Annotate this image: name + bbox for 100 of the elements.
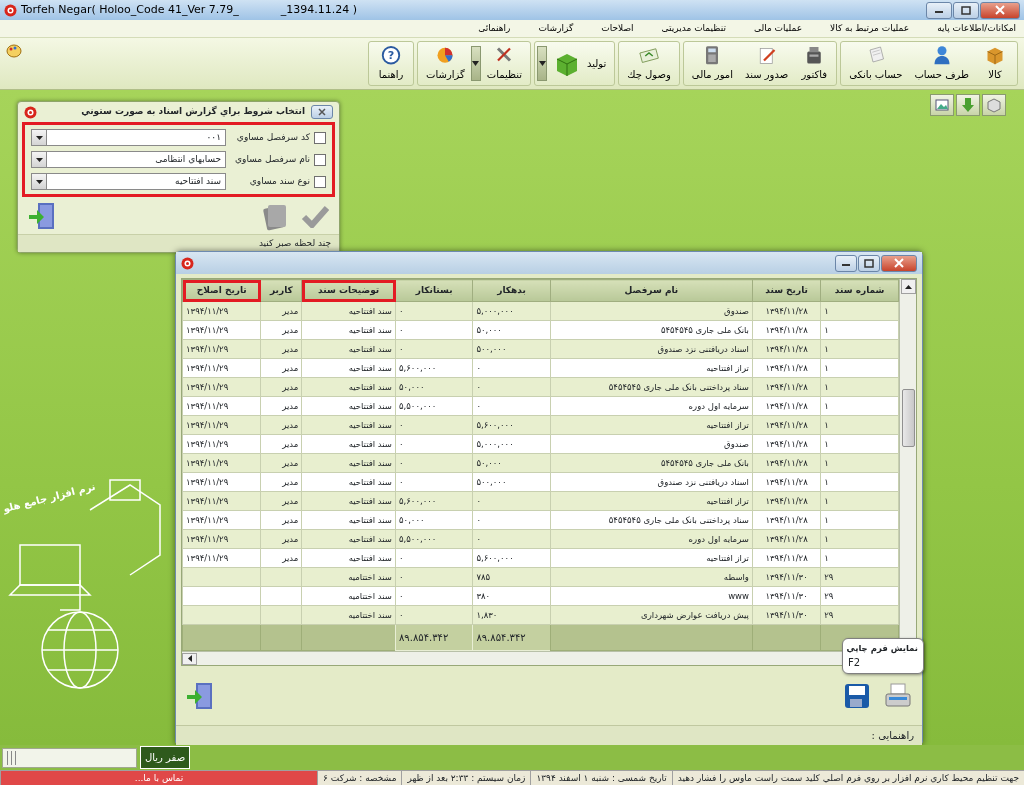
checkbox[interactable] <box>314 175 326 188</box>
column-header[interactable]: بستانکار <box>395 279 473 302</box>
logo-text: نرم افزار جامع هلو <box>1 479 97 517</box>
save-button[interactable] <box>844 681 870 710</box>
dropdown-field[interactable]: سند افتتاحیه <box>31 173 226 190</box>
scrollbar-thumb[interactable] <box>901 389 915 447</box>
toolbar-button[interactable]: فاکتور <box>794 42 835 85</box>
balance-label: صفر ریال <box>140 746 191 769</box>
total-cell: ۸۹.۸۵۴.۳۴۲ <box>472 624 551 651</box>
table-cell: ۱۳۹۴/۱۱/۲۹ <box>182 415 261 435</box>
checkbox[interactable] <box>314 131 326 144</box>
toolbar-button[interactable]: کالا <box>975 42 1015 85</box>
column-header[interactable]: تاریخ اصلاح <box>182 279 261 302</box>
column-header[interactable]: توضیحات سند <box>301 279 396 302</box>
checkmark-icon <box>301 203 329 228</box>
toolbar-button[interactable]: گزارشات <box>420 42 471 85</box>
column-header[interactable]: تاریخ سند <box>752 279 821 302</box>
exit-button[interactable] <box>186 680 214 711</box>
toolbar-icon-button[interactable] <box>982 94 1006 116</box>
menu-item[interactable]: عملیات مالی <box>753 21 803 36</box>
column-header[interactable]: شماره سند <box>820 279 899 302</box>
maximize-button[interactable] <box>858 254 880 272</box>
table-cell: ۱۳۹۴/۱۱/۲۹ <box>182 358 261 378</box>
close-icon <box>894 258 904 268</box>
checkbox-label: کد سرفصل مساوي <box>235 130 310 144</box>
close-button[interactable] <box>881 254 917 272</box>
print-button[interactable] <box>884 681 912 710</box>
toolbar-button[interactable]: حساب بانکی <box>843 42 909 85</box>
column-header[interactable]: نام سرفصل <box>550 279 753 302</box>
dropdown-toggle[interactable] <box>470 46 481 81</box>
table-cell: ۱۳۹۴/۱۱/۲۹ <box>182 510 261 530</box>
toolbar-button[interactable]: امور مالی <box>685 42 739 85</box>
caret-icon <box>35 157 43 162</box>
left-arrow-icon <box>187 655 192 662</box>
toolbar-button[interactable]: تنظیمات <box>480 42 529 85</box>
table-cell: ۱۳۹۴/۱۱/۲۸ <box>752 358 821 378</box>
table-cell: ۱۳۹۴/۱۱/۳۰ <box>752 586 821 606</box>
caret-icon <box>35 179 43 184</box>
menu-item[interactable]: تنظیمات مدیریتی <box>661 21 726 36</box>
table-cell: ۱۳۹۴/۱۱/۲۹ <box>182 434 261 454</box>
shortcut-text: F2 <box>848 655 862 670</box>
contact-link[interactable]: تماس با ما... <box>0 771 318 785</box>
dropdown-toggle[interactable] <box>537 46 548 81</box>
total-cell: ۸۹.۸۵۴.۳۴۲ <box>395 624 473 651</box>
close-button[interactable] <box>980 1 1020 19</box>
window-title: Torfeh Negar( Holoo_Code 41_Ver 7.79_ _1394.11.24 ) <box>21 1 358 18</box>
table-cell: ۱۳۹۴/۱۱/۲۹ <box>182 377 261 397</box>
status-text: چند لحظه صبر کنید <box>18 234 339 252</box>
column-header[interactable]: کاربر <box>260 279 302 302</box>
column-header[interactable]: بدهکار <box>472 279 551 302</box>
dropdown-field[interactable]: حسابهاي انتظامی <box>31 151 226 168</box>
minimize-button[interactable] <box>835 254 857 272</box>
table-cell: ۱۳۹۴/۱۱/۲۹ <box>182 529 261 549</box>
table-cell: ۱۳۹۴/۱۱/۲۸ <box>752 434 821 454</box>
status-text: تاریخ شمسی : شنبه ۱ اسفند ۱۳۹۴ <box>530 771 672 785</box>
status-text: زمان سیستم : ۲:۳۳ بعد از ظهر <box>401 771 531 785</box>
door-exit-icon <box>28 200 56 231</box>
table-cell: ۱۳۹۴/۱۱/۲۸ <box>752 377 821 397</box>
status-text: راهنمایی : <box>176 725 922 745</box>
table-cell: ۱۳۹۴/۱۱/۲۸ <box>752 491 821 511</box>
table-cell: ۱۳۹۴/۱۱/۲۸ <box>752 472 821 492</box>
table-cell: ۱۳۹۴/۱۱/۲۹ <box>182 548 261 568</box>
minimize-button[interactable] <box>926 1 952 19</box>
dialog-title: انتخاب شروط براي گزارش اسناد به صورت ستوني <box>81 105 305 119</box>
table-cell: ۱۳۹۴/۱۱/۲۸ <box>752 453 821 473</box>
table-cell: ۱۳۹۴/۱۱/۲۹ <box>182 320 261 340</box>
toolbar-button[interactable]: صدور سند <box>738 42 795 85</box>
cube-icon <box>986 97 1002 113</box>
toolbar-icon-button[interactable] <box>956 94 980 116</box>
table-cell: ۱۳۹۴/۱۱/۲۹ <box>182 301 261 321</box>
maximize-button[interactable] <box>953 1 979 19</box>
status-text: جهت تنظیم محیط کاري نرم افزار بر روي فرم اصلي کلید سمت راست ماوس را فشار دهید <box>671 771 1024 785</box>
close-button[interactable] <box>311 105 333 119</box>
table-cell: ۱۳۹۴/۱۱/۲۸ <box>752 510 821 530</box>
exit-button[interactable] <box>28 200 56 231</box>
menu-item[interactable]: امکانات/اطلاعات پایه <box>937 21 1016 36</box>
table-cell: ۱۳۹۴/۱۱/۳۰ <box>752 567 821 587</box>
menu-item[interactable]: گزارشات <box>538 21 574 36</box>
up-arrow-icon <box>904 284 912 289</box>
app-logo-icon <box>24 105 37 119</box>
menu-item[interactable]: عملیات مرتبط به کالا <box>830 21 910 36</box>
close-icon <box>318 108 326 116</box>
menu-item[interactable]: اصلاحات <box>601 21 634 36</box>
maximize-icon <box>961 5 971 15</box>
checkbox[interactable] <box>314 153 326 166</box>
toolbar-button[interactable]: طرف حساب <box>908 42 975 85</box>
dropdown-field[interactable]: ۰۰۱ <box>31 129 226 146</box>
table-cell: ۱۳۹۴/۱۱/۲۸ <box>752 320 821 340</box>
caret-icon <box>538 61 546 66</box>
printer-icon <box>884 681 912 710</box>
down-arrow-icon <box>960 97 976 113</box>
table-cell: ۱۳۹۴/۱۱/۲۹ <box>182 339 261 359</box>
table-cell: ۱۳۹۴/۱۱/۲۹ <box>182 396 261 416</box>
table-cell: ۱۳۹۴/۱۱/۲۸ <box>752 548 821 568</box>
tooltip-title: نمایش فرم چاپي <box>846 642 918 655</box>
toolbar-icon-button[interactable] <box>930 94 954 116</box>
menu-item[interactable]: راهنمائی <box>478 21 511 36</box>
door-exit-icon <box>186 680 214 711</box>
table-cell: ۱۳۹۴/۱۱/۲۸ <box>752 339 821 359</box>
close-icon <box>995 5 1005 15</box>
